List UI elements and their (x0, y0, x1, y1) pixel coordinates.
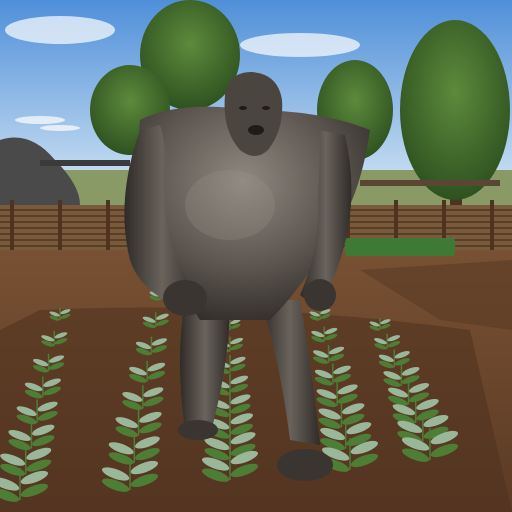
game-viewport[interactable] (0, 0, 512, 512)
scene-canvas (0, 0, 512, 512)
creature-right-hand (304, 279, 336, 311)
creature-left-foot (178, 420, 218, 440)
fence-post (58, 200, 62, 250)
creature-mouth (248, 125, 264, 135)
fence-post (10, 200, 14, 250)
hedge (345, 238, 455, 256)
fence-post (490, 200, 494, 250)
creature-right-foot (277, 449, 333, 481)
fence-post (106, 200, 110, 250)
distant-fence (40, 160, 130, 166)
creature-left-hand (163, 280, 207, 316)
